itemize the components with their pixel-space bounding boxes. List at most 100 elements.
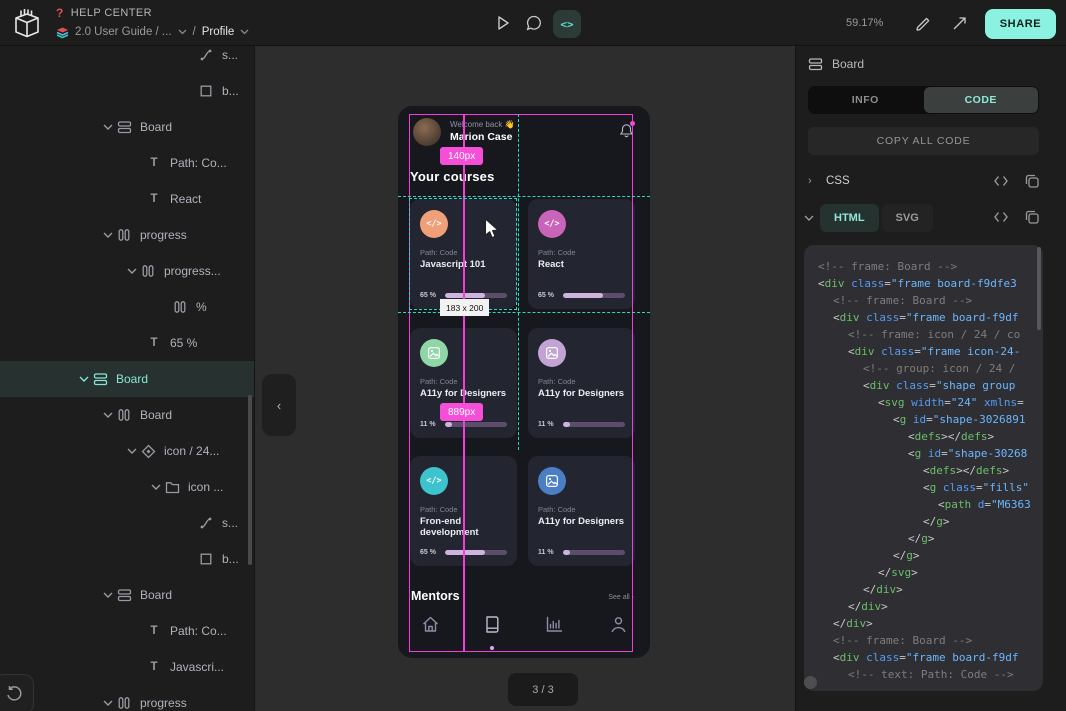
chevron-down-icon[interactable] bbox=[100, 592, 116, 599]
html-copy-icon[interactable] bbox=[1024, 209, 1040, 225]
sidebar-scrollbar[interactable] bbox=[248, 395, 252, 565]
text-icon: T bbox=[146, 335, 162, 351]
code-scrollbar-vertical[interactable] bbox=[1037, 247, 1041, 330]
breadcrumb: 2.0 User Guide / ... / Profile bbox=[56, 23, 249, 41]
collapse-sidebar-handle[interactable]: ‹ bbox=[262, 374, 296, 436]
layer-label: 65 % bbox=[170, 336, 197, 350]
app-logo-icon[interactable] bbox=[11, 6, 43, 45]
html-code-icon[interactable] bbox=[993, 209, 1009, 225]
course-card[interactable]: </>Path: CodeReact65 % bbox=[528, 199, 635, 309]
code-line: <g class="fills" bbox=[818, 479, 1043, 496]
measure-guide-horizontal-top bbox=[398, 196, 650, 197]
layer-label: s... bbox=[222, 48, 238, 62]
layer-row-65[interactable]: T 65 % bbox=[0, 325, 254, 361]
zoom-level[interactable]: 59.17% bbox=[846, 17, 883, 29]
layer-label: React bbox=[170, 192, 201, 206]
layer-row-board[interactable]: Board bbox=[0, 577, 254, 613]
layer-label: progress bbox=[140, 228, 187, 242]
layer-row-s[interactable]: s... bbox=[0, 505, 254, 541]
code-line: </div> bbox=[818, 581, 1043, 598]
chevron-down-icon[interactable] bbox=[76, 376, 92, 383]
code-line: </div> bbox=[818, 598, 1043, 615]
chevron-down-icon[interactable] bbox=[178, 29, 187, 35]
layer-row-icon-24[interactable]: icon / 24... bbox=[0, 433, 254, 469]
play-icon[interactable] bbox=[495, 15, 511, 36]
card-title: React bbox=[538, 259, 630, 270]
card-title: A11y for Designers bbox=[538, 516, 630, 527]
code-block[interactable]: <!-- frame: Board --><div class="frame b… bbox=[804, 245, 1043, 691]
layer-row-icon[interactable]: icon ... bbox=[0, 469, 254, 505]
course-card[interactable]: Path: CodeA11y for Designers11 % bbox=[528, 456, 635, 566]
css-code-icon[interactable] bbox=[993, 173, 1009, 189]
pages-stack-icon bbox=[56, 26, 69, 39]
chevron-down-icon[interactable] bbox=[240, 29, 249, 35]
layer-row-board[interactable]: Board bbox=[0, 397, 254, 433]
top-bar: ? HELP CENTER 2.0 User Guide / ... / Pro… bbox=[0, 0, 1066, 46]
breadcrumb-current[interactable]: Profile bbox=[202, 26, 235, 38]
edit-pencil-icon[interactable] bbox=[915, 15, 932, 37]
design-canvas[interactable]: ‹ Welcome back 👋 Marion Case Your course… bbox=[255, 46, 795, 711]
copy-all-code-button[interactable]: COPY ALL CODE bbox=[808, 127, 1039, 155]
layer-row-progress[interactable]: progress... bbox=[0, 253, 254, 289]
progress-percent: 11 % bbox=[538, 421, 558, 428]
code-line: </svg> bbox=[818, 564, 1043, 581]
tab-svg[interactable]: SVG bbox=[882, 204, 933, 232]
layer-row-path-co[interactable]: TPath: Co... bbox=[0, 613, 254, 649]
phone-frame-board[interactable]: Welcome back 👋 Marion Case Your courses … bbox=[398, 106, 650, 658]
user-name: Marion Case bbox=[450, 131, 512, 143]
size-tooltip: 183 x 200 bbox=[440, 299, 489, 316]
courses-book-icon[interactable] bbox=[483, 615, 502, 639]
layer-label: progress... bbox=[164, 264, 221, 278]
history-undo-button[interactable] bbox=[0, 674, 34, 711]
comment-icon[interactable] bbox=[526, 15, 542, 36]
code-line: <g id="shape-30268 bbox=[818, 445, 1043, 462]
layer-row-react[interactable]: TReact bbox=[0, 181, 254, 217]
chevron-down-icon[interactable] bbox=[100, 412, 116, 419]
layer-row-b[interactable]: b... bbox=[0, 541, 254, 577]
code-scrollbar-horizontal[interactable] bbox=[804, 676, 817, 689]
layer-row-[interactable]: % bbox=[0, 289, 254, 325]
home-icon[interactable] bbox=[421, 615, 440, 639]
code-line: </g> bbox=[818, 530, 1043, 547]
chevron-down-icon[interactable] bbox=[100, 124, 116, 131]
course-card[interactable]: Path: CodeA11y for Designers11 % bbox=[528, 328, 635, 438]
square-icon bbox=[198, 551, 214, 567]
chevron-down-icon[interactable] bbox=[124, 448, 140, 455]
card-progress: 11 % bbox=[538, 421, 625, 428]
layer-row-progress[interactable]: progress bbox=[0, 685, 254, 711]
page-pagination[interactable]: 3 / 3 bbox=[508, 673, 578, 706]
chevron-down-icon[interactable] bbox=[100, 232, 116, 239]
layer-row-b[interactable]: b... bbox=[0, 73, 254, 109]
chevron-down-icon[interactable] bbox=[148, 484, 164, 491]
chevron-right-icon[interactable]: › bbox=[808, 175, 826, 187]
css-copy-icon[interactable] bbox=[1024, 173, 1040, 189]
chevron-down-icon[interactable] bbox=[100, 700, 116, 707]
see-all-link[interactable]: See all › bbox=[608, 594, 634, 601]
bell-icon bbox=[619, 123, 634, 144]
tab-html[interactable]: HTML bbox=[820, 204, 879, 232]
layer-label: Path: Co... bbox=[170, 624, 227, 638]
tab-info[interactable]: INFO bbox=[808, 86, 923, 114]
path-icon bbox=[198, 47, 214, 63]
layer-row-javascri[interactable]: TJavascri... bbox=[0, 649, 254, 685]
breadcrumb-parent[interactable]: 2.0 User Guide / ... bbox=[75, 26, 172, 38]
layer-row-path-co[interactable]: TPath: Co... bbox=[0, 145, 254, 181]
notification-dot bbox=[630, 121, 635, 126]
layer-row-board[interactable]: Board bbox=[0, 361, 254, 397]
chevron-down-icon[interactable] bbox=[804, 209, 820, 227]
dev-mode-toggle[interactable]: <> bbox=[553, 10, 581, 38]
stats-chart-icon[interactable] bbox=[545, 615, 564, 639]
card-path-label: Path: Code bbox=[538, 505, 576, 514]
board-icon bbox=[116, 587, 132, 603]
profile-person-icon[interactable] bbox=[609, 615, 628, 639]
share-button[interactable]: SHARE bbox=[985, 9, 1056, 39]
layer-label: Path: Co... bbox=[170, 156, 227, 170]
layer-row-board[interactable]: Board bbox=[0, 109, 254, 145]
instance-icon bbox=[140, 443, 156, 459]
scale-arrow-icon[interactable] bbox=[951, 15, 968, 37]
chevron-down-icon[interactable] bbox=[124, 268, 140, 275]
layer-row-progress[interactable]: progress bbox=[0, 217, 254, 253]
layer-row-s[interactable]: s... bbox=[0, 46, 254, 73]
tab-code[interactable]: CODE bbox=[924, 87, 1039, 113]
component-icon bbox=[140, 263, 156, 279]
